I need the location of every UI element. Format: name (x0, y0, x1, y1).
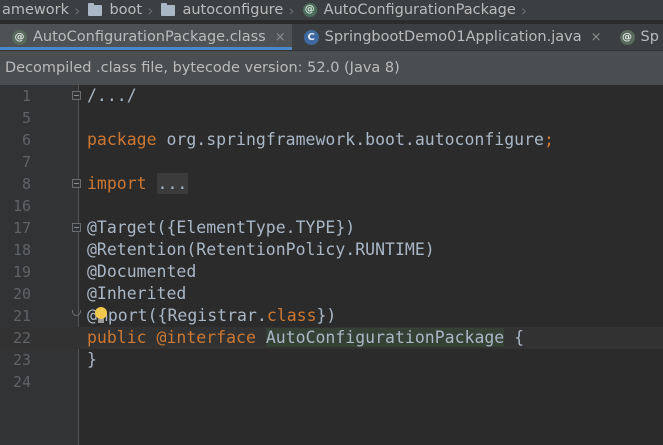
code-line: 17 @Target({ElementType.TYPE}) (0, 217, 663, 239)
chevron-right-icon: › (520, 0, 528, 20)
notice-text: Decompiled .class file, bytecode version… (5, 60, 400, 76)
chevron-right-icon: › (74, 0, 81, 20)
code-text: @Documented (87, 261, 196, 283)
folder-icon (88, 2, 103, 16)
fold-toggle-icon[interactable] (72, 223, 81, 232)
tab-springbootdemo01application-java[interactable]: C SpringbootDemo01Application.java × (292, 24, 608, 50)
close-icon[interactable]: × (275, 30, 286, 45)
line-number: 21 (12, 307, 31, 325)
code-text: @Inherited (87, 283, 186, 305)
code-text: public @interface AutoConfigurationPacka… (87, 327, 524, 349)
keyword-interface: @interface (156, 328, 256, 347)
code-line: 16 (0, 195, 663, 217)
code-text: /.../ (87, 85, 137, 107)
java-class-icon: C (303, 29, 319, 45)
line-number: 22 (12, 329, 31, 347)
breadcrumb-item-boot[interactable]: boot (84, 0, 145, 20)
line-number: 24 (12, 373, 31, 391)
breadcrumb-label: autoconfigure (182, 2, 284, 18)
code-line: 8 import ... (0, 173, 663, 195)
line-number: 16 (12, 197, 31, 215)
code-line: 19 @Documented (0, 261, 663, 283)
folded-imports[interactable]: ... (156, 173, 189, 194)
code-line: 23 } (0, 349, 663, 371)
breadcrumb-item-autoconfigure[interactable]: autoconfigure (157, 0, 286, 20)
interface-name[interactable]: AutoConfigurationPackage (265, 328, 505, 347)
code-line: 1 /.../ (0, 85, 663, 107)
open-brace: { (504, 328, 525, 347)
fold-end-icon[interactable] (72, 310, 81, 321)
keyword: import (87, 174, 147, 193)
chevron-right-icon: › (288, 0, 295, 20)
keyword: package (87, 130, 157, 149)
code-line: 24 (0, 371, 663, 393)
code-text: } (87, 349, 97, 371)
tab-label: AutoConfigurationPackage.class (33, 29, 266, 45)
annotation-retention: @Retention(RetentionPolicy.RUNTIME) (87, 240, 435, 259)
code-text: @Target({ElementType.TYPE}) (87, 217, 355, 239)
code-line: 21 @mport({Registrar.class}) (0, 305, 663, 327)
breadcrumb-label: amework (2, 2, 70, 18)
folder-icon (161, 2, 176, 16)
tab-sp[interactable]: @ Sp (608, 24, 663, 50)
breadcrumb: amework › boot › autoconfigure › @ AutoC… (0, 0, 663, 20)
code-text: import ... (87, 173, 189, 195)
code-line-current: 22 public @interface AutoConfigurationPa… (0, 327, 663, 349)
line-number: 8 (21, 175, 31, 193)
code-line: 6 package org.springframework.boot.autoc… (0, 129, 663, 151)
annotation-import-close: }) (316, 306, 337, 325)
annotation-class-icon: @ (12, 29, 27, 45)
breadcrumb-item-autoconfigurationpackage[interactable]: @ AutoConfigurationPackage (299, 0, 519, 20)
annotation-class-icon: @ (619, 29, 635, 45)
folded-header[interactable]: /.../ (87, 86, 137, 105)
code-line: 5 (0, 107, 663, 129)
code-line: 7 (0, 151, 663, 173)
breadcrumb-label: boot (109, 2, 143, 18)
annotation-icon: @ (302, 3, 317, 17)
annotation-import-args: ({Registrar. (147, 306, 267, 325)
code-text: package org.springframework.boot.autocon… (87, 129, 554, 151)
chevron-right-icon: › (147, 0, 154, 20)
line-number: 5 (21, 109, 31, 127)
fold-toggle-icon[interactable] (72, 91, 81, 100)
lightbulb-icon[interactable] (94, 307, 108, 325)
breadcrumb-label: AutoConfigurationPackage (323, 2, 516, 18)
tab-label: SpringbootDemo01Application.java (324, 29, 582, 45)
editor-tabs: @ AutoConfigurationPackage.class × C Spr… (0, 24, 663, 51)
close-icon[interactable]: × (591, 30, 602, 45)
code-editor[interactable]: 1 /.../ 5 6 package org.springframework.… (0, 85, 663, 445)
decompiled-notice: Decompiled .class file, bytecode version… (0, 51, 663, 85)
line-number: 6 (21, 131, 31, 149)
code-text: @mport({Registrar.class}) (87, 305, 336, 327)
line-number: 7 (21, 153, 31, 171)
line-number: 19 (12, 263, 31, 281)
code-text: @Retention(RetentionPolicy.RUNTIME) (87, 239, 435, 261)
tab-autoconfigurationpackage-class[interactable]: @ AutoConfigurationPackage.class × (0, 24, 292, 50)
line-number: 20 (12, 285, 31, 303)
code-line: 20 @Inherited (0, 283, 663, 305)
semicolon: ; (543, 130, 554, 149)
annotation-target: @Target({ElementType.TYPE}) (87, 218, 356, 237)
keyword: class (266, 306, 317, 325)
keyword: public (87, 328, 147, 347)
code-line: 18 @Retention(RetentionPolicy.RUNTIME) (0, 239, 663, 261)
line-number: 17 (12, 219, 31, 237)
breadcrumb-item-framework[interactable]: amework (0, 0, 72, 20)
annotation-inherited: @Inherited (87, 284, 187, 303)
line-number: 1 (21, 87, 31, 105)
annotation-documented: @Documented (87, 262, 197, 281)
tab-label: Sp (640, 29, 659, 45)
line-number: 18 (12, 241, 31, 259)
fold-toggle-icon[interactable] (72, 179, 81, 188)
close-brace: } (87, 350, 97, 369)
package-name: org.springframework.boot.autoconfigure (156, 130, 544, 149)
line-number: 23 (12, 351, 31, 369)
